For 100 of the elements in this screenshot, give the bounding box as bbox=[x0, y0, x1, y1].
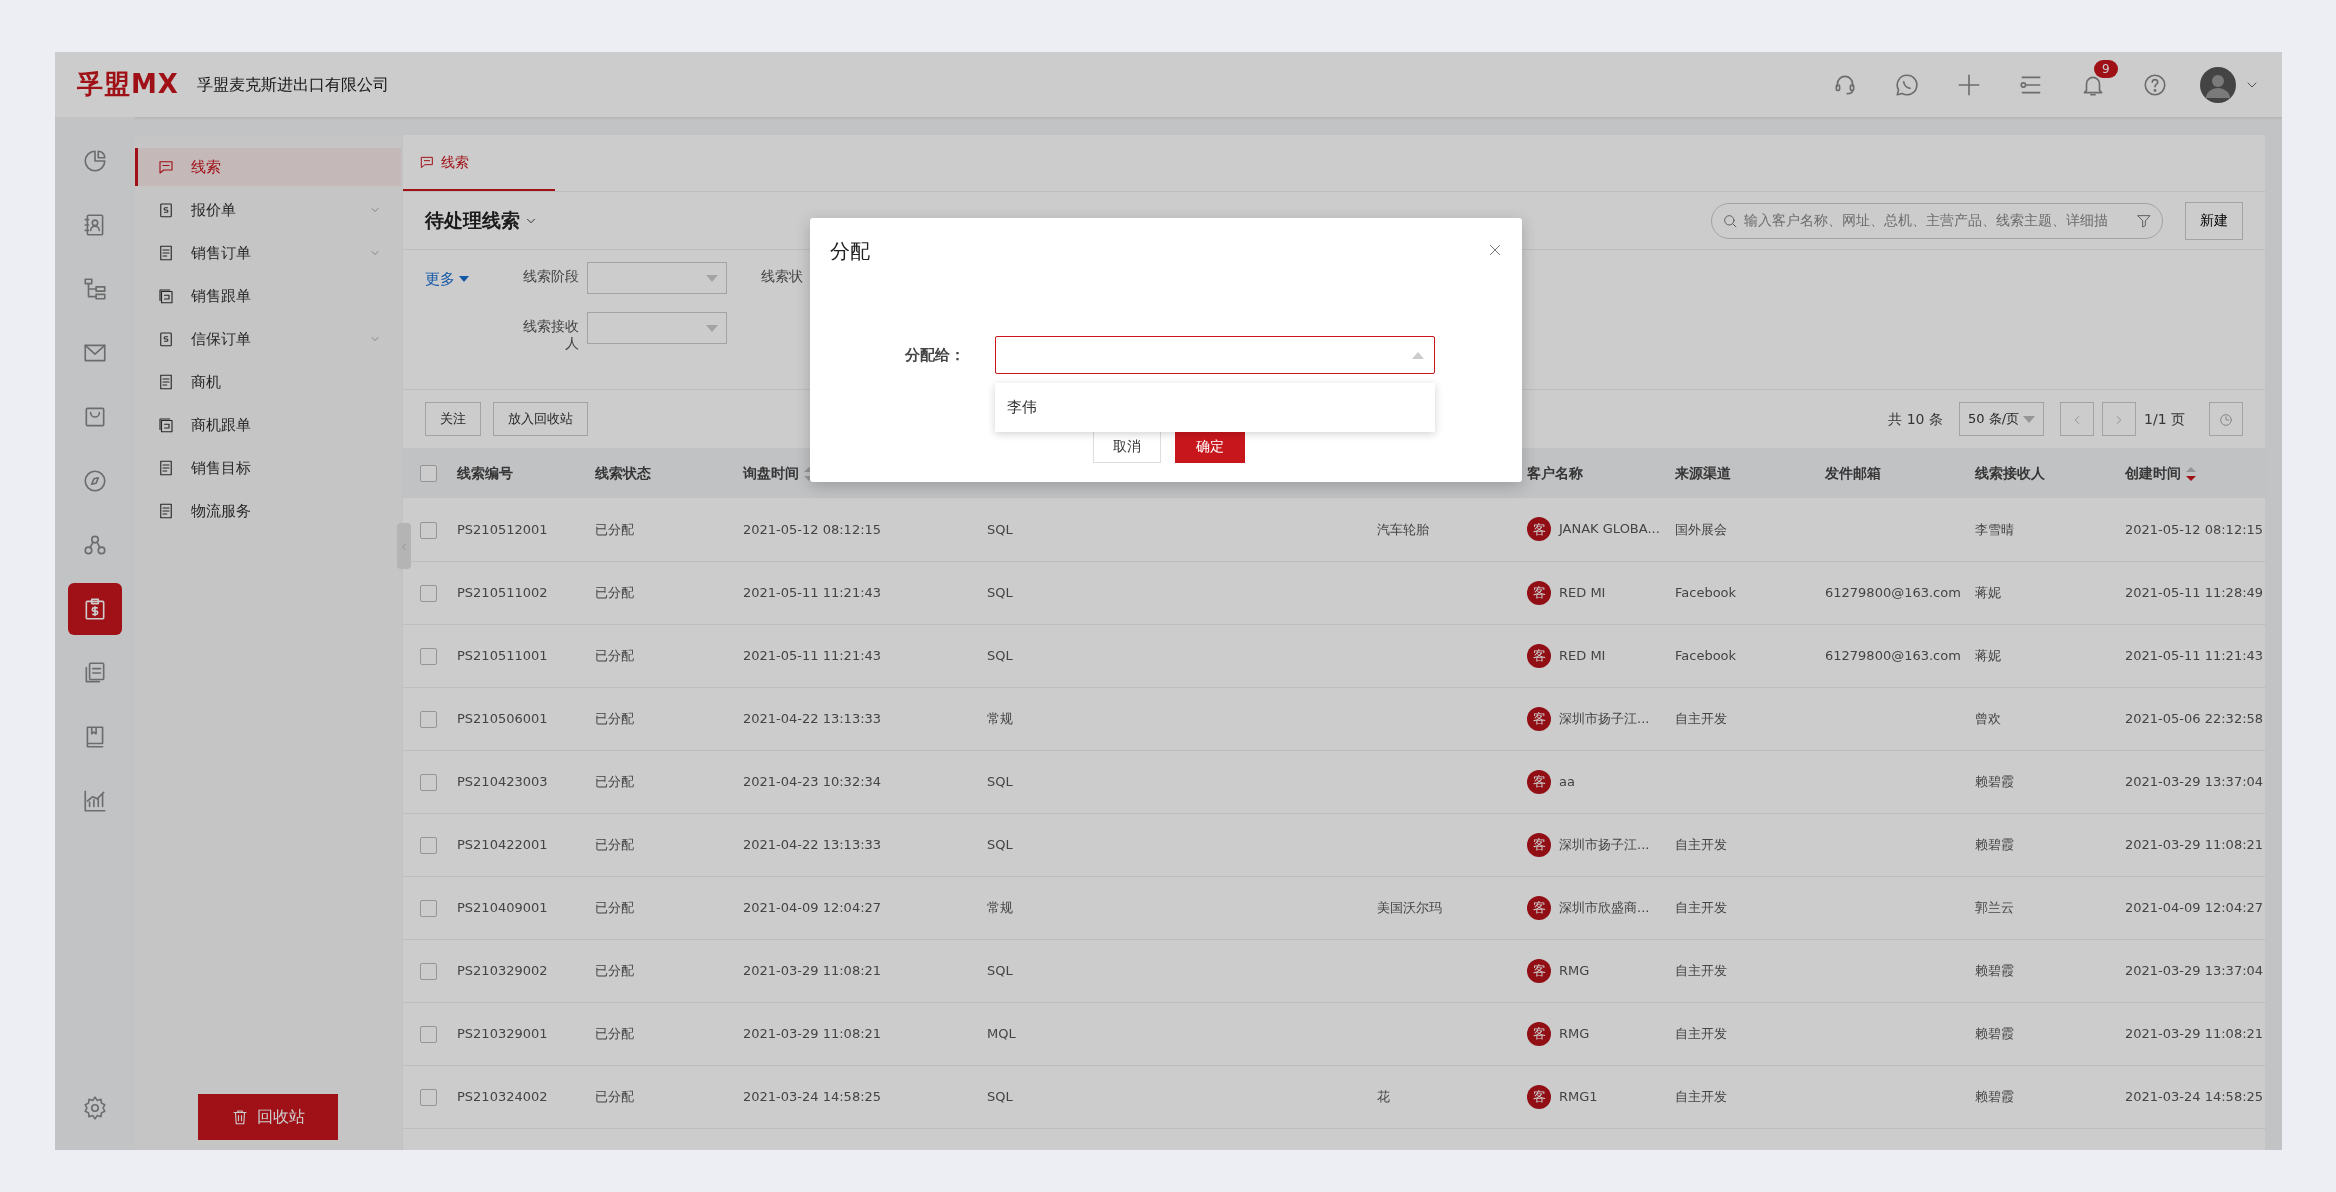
column-header[interactable]: 线索状态 bbox=[595, 464, 651, 481]
sidebar-item[interactable]: 物流服务 bbox=[135, 492, 401, 530]
tab[interactable]: 线索 bbox=[403, 135, 555, 191]
table-cell: 已分配 bbox=[595, 836, 634, 852]
table-cell: 深圳市欣盛商... bbox=[1559, 899, 1650, 915]
table-cell: 自主开发 bbox=[1675, 1088, 1727, 1104]
row-checkbox[interactable] bbox=[419, 647, 437, 665]
more-filters-button[interactable]: 更多 bbox=[425, 268, 505, 291]
table-cell: PS210409001 bbox=[457, 899, 548, 915]
hierarchy-icon bbox=[82, 276, 108, 302]
action-button[interactable]: 关注 bbox=[425, 402, 481, 436]
table-cell: 2021-04-22 13:13:33 bbox=[743, 836, 882, 852]
action-button[interactable]: 放入回收站 bbox=[493, 402, 588, 436]
search-icon bbox=[1722, 212, 1738, 229]
refresh-button[interactable] bbox=[2209, 402, 2243, 436]
table-cell: RMG bbox=[1559, 1025, 1590, 1041]
table-cell: PS210423003 bbox=[457, 773, 548, 789]
filter-select[interactable] bbox=[587, 312, 727, 344]
table-cell: PS210512001 bbox=[457, 521, 548, 537]
sidebar-item[interactable]: 报价单 bbox=[135, 191, 401, 229]
row-checkbox[interactable] bbox=[419, 1025, 437, 1043]
table-cell: 自主开发 bbox=[1675, 836, 1727, 852]
document-icon bbox=[157, 244, 175, 262]
collapse-handle[interactable] bbox=[397, 523, 411, 569]
column-header[interactable]: 发件邮箱 bbox=[1825, 464, 1881, 481]
table-cell: 2021-04-09 12:04:27 bbox=[2125, 899, 2264, 915]
table-cell: 已分配 bbox=[595, 521, 634, 537]
customer-badge: 客 bbox=[1527, 1084, 1551, 1109]
table-cell: MQL bbox=[987, 1025, 1016, 1041]
table-cell: 自主开发 bbox=[1675, 710, 1727, 726]
select-all-checkbox[interactable] bbox=[419, 465, 437, 482]
table-cell: 2021-03-29 11:08:21 bbox=[2125, 1025, 2264, 1041]
table-cell: 2021-03-24 14:58:25 bbox=[743, 1088, 882, 1104]
row-checkbox[interactable] bbox=[419, 584, 437, 602]
new-button[interactable]: 新建 bbox=[2185, 201, 2243, 240]
table-cell: 花 bbox=[1377, 1088, 1390, 1104]
sidebar-item[interactable]: 线索 bbox=[135, 148, 401, 186]
row-checkbox[interactable] bbox=[419, 1088, 437, 1106]
row-checkbox[interactable] bbox=[419, 773, 437, 791]
field-label: 分配给： bbox=[904, 344, 965, 366]
customer-badge: 客 bbox=[1527, 769, 1551, 794]
table-cell: 已分配 bbox=[595, 1025, 634, 1041]
chat-icon bbox=[157, 158, 175, 176]
view-selector[interactable]: 待处理线索 bbox=[425, 206, 538, 235]
app-logo: 孚盟MX bbox=[77, 68, 179, 101]
recycle-bin-button[interactable]: 回收站 bbox=[198, 1094, 338, 1140]
caret-icon bbox=[706, 324, 718, 332]
column-header[interactable]: 创建时间 bbox=[2125, 464, 2181, 481]
table-cell: PS210506001 bbox=[457, 710, 548, 726]
nav-rail-button[interactable] bbox=[68, 583, 122, 635]
row-checkbox[interactable] bbox=[419, 962, 437, 980]
confirm-button[interactable]: 确定 bbox=[1175, 430, 1245, 463]
table-cell: 美国沃尔玛 bbox=[1377, 899, 1442, 915]
table-cell: 赖碧霞 bbox=[1975, 962, 2014, 978]
sort-icon[interactable] bbox=[2185, 466, 2196, 481]
chat-bubble-icon bbox=[1894, 71, 1920, 98]
column-header[interactable]: 客户名称 bbox=[1527, 464, 1583, 481]
table-cell: JANAK GLOBA... bbox=[1559, 521, 1660, 537]
sidebar-item[interactable]: 销售订单 bbox=[135, 234, 401, 272]
filter-label: 线索接收人 bbox=[522, 318, 580, 352]
table-cell: SQL bbox=[987, 1088, 1013, 1104]
caret-icon bbox=[706, 274, 718, 282]
sidebar-item[interactable]: 信保订单 bbox=[135, 320, 401, 358]
page-indicator: 1/1 页 bbox=[2144, 409, 2185, 429]
sidebar-item[interactable]: 销售跟单 bbox=[135, 277, 401, 315]
column-header[interactable]: 询盘时间 bbox=[743, 464, 799, 481]
cancel-button[interactable]: 取消 bbox=[1093, 430, 1161, 463]
filter-label: 线索状 bbox=[761, 268, 804, 285]
column-header[interactable]: 线索接收人 bbox=[1975, 464, 2045, 481]
table-cell: 2021-03-29 11:08:21 bbox=[2125, 836, 2264, 852]
table-cell: PS210329001 bbox=[457, 1025, 548, 1041]
caret-icon bbox=[2023, 415, 2035, 423]
previous-page-button[interactable] bbox=[2060, 402, 2094, 436]
table-cell: 自主开发 bbox=[1675, 1025, 1727, 1041]
row-checkbox[interactable] bbox=[419, 899, 437, 917]
receipt-dollar-icon bbox=[157, 330, 175, 348]
sidebar-item[interactable]: 商机跟单 bbox=[135, 406, 401, 444]
page-size-select[interactable]: 50 条/页 bbox=[1958, 402, 2044, 436]
table-cell: 深圳市扬子江... bbox=[1559, 710, 1650, 726]
dropdown-option[interactable]: 李伟 bbox=[995, 383, 1435, 432]
row-checkbox[interactable] bbox=[419, 521, 437, 539]
column-header[interactable]: 线索编号 bbox=[457, 464, 513, 481]
sidebar-item[interactable]: 商机 bbox=[135, 363, 401, 401]
pie-chart-icon bbox=[82, 148, 108, 174]
row-checkbox[interactable] bbox=[419, 710, 437, 728]
column-header[interactable]: 来源渠道 bbox=[1675, 464, 1731, 481]
next-page-button[interactable] bbox=[2102, 402, 2136, 436]
table-cell: 2021-04-22 13:13:33 bbox=[743, 710, 882, 726]
customer-badge: 客 bbox=[1527, 895, 1551, 920]
table-cell: SQL bbox=[987, 962, 1013, 978]
table-cell: 赖碧霞 bbox=[1975, 836, 2014, 852]
dialog-title: 分配 bbox=[830, 238, 870, 265]
filter-select[interactable] bbox=[587, 262, 727, 294]
customer-badge: 客 bbox=[1527, 643, 1551, 668]
sidebar-item[interactable]: 销售目标 bbox=[135, 449, 401, 487]
table-cell: RED MI bbox=[1559, 584, 1606, 600]
assignee-select[interactable] bbox=[995, 336, 1435, 374]
table-cell: SQL bbox=[987, 521, 1013, 537]
row-checkbox[interactable] bbox=[419, 836, 437, 854]
table-cell: 已分配 bbox=[595, 962, 634, 978]
